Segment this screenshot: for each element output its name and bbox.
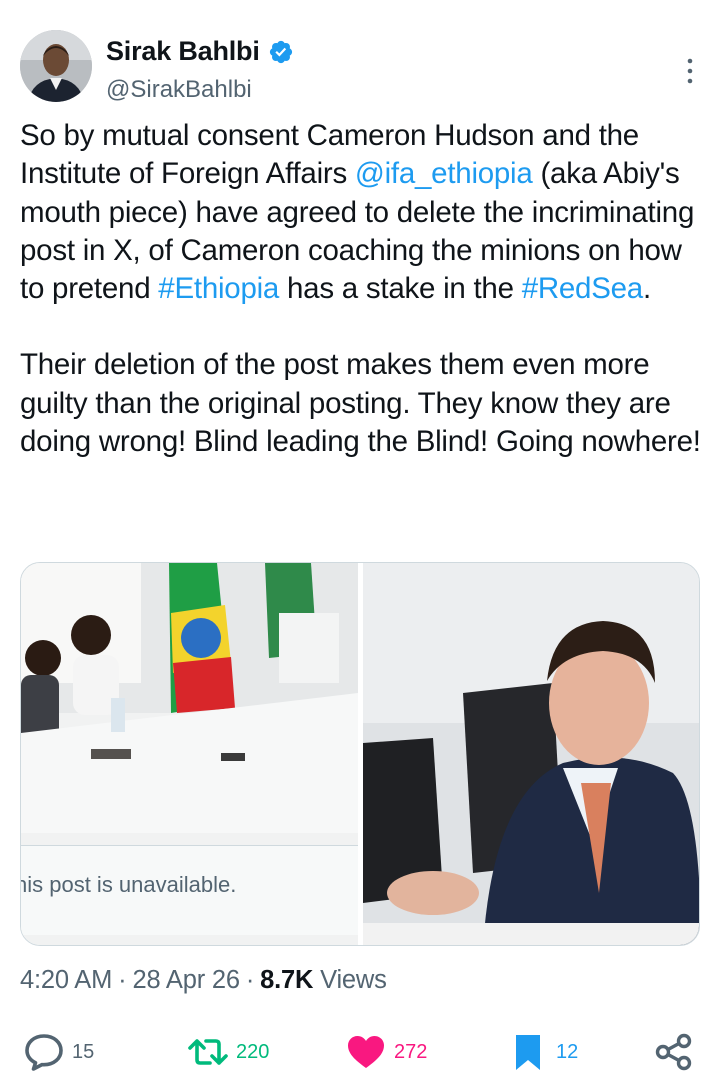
tweet-date[interactable]: 28 Apr 26: [132, 966, 240, 994]
share-button[interactable]: [654, 1030, 694, 1074]
retweet-icon: [188, 1039, 228, 1065]
bookmark-count: 12: [556, 1040, 579, 1063]
hashtag-redsea-link[interactable]: #RedSea: [522, 272, 644, 305]
bookmark-icon: [516, 1035, 540, 1070]
tweet-time[interactable]: 4:20 AM: [20, 966, 112, 994]
views-count: 8.7K: [260, 966, 314, 994]
retweet-count: 220: [236, 1040, 270, 1063]
reply-icon: [25, 1034, 63, 1071]
media-image-meeting-room[interactable]: his post is unavailable.: [21, 563, 358, 945]
tweet-paragraph-1: So by mutual consent Cameron Hudson and …: [20, 119, 695, 306]
media-image-speaker[interactable]: [363, 563, 699, 945]
tweet-header: Sirak Bahlbi @SirakBahlbi: [20, 30, 700, 106]
like-count: 272: [394, 1040, 428, 1063]
views-label: Views: [320, 966, 387, 994]
tweet-meta: 4:20 AM · 28 Apr 26 · 8.7K Views: [20, 966, 387, 994]
avatar[interactable]: [20, 30, 92, 102]
tweet-paragraph-2: Their deletion of the post makes them ev…: [20, 348, 701, 459]
unavailable-post-text: his post is unavailable.: [21, 872, 237, 897]
action-bar: 15 220 272 12: [0, 1030, 720, 1080]
bookmark-button[interactable]: 12: [508, 1030, 578, 1074]
more-icon[interactable]: [684, 56, 696, 86]
tweet-text: So by mutual consent Cameron Hudson and …: [20, 117, 710, 461]
reply-button[interactable]: 15: [24, 1030, 94, 1074]
unavailable-post-card[interactable]: his post is unavailable.: [21, 845, 358, 935]
author-name[interactable]: Sirak Bahlbi: [106, 36, 260, 67]
author-handle[interactable]: @SirakBahlbi: [106, 76, 252, 104]
retweet-button[interactable]: 220: [188, 1030, 269, 1074]
share-icon: [655, 1033, 692, 1071]
mention-link[interactable]: @ifa_ethiopia: [355, 157, 533, 190]
tweet-media[interactable]: his post is unavailable.: [20, 562, 700, 946]
like-button[interactable]: 272: [346, 1030, 427, 1074]
hashtag-ethiopia-link[interactable]: #Ethiopia: [158, 272, 279, 305]
heart-icon: [348, 1036, 384, 1068]
verified-badge-icon: [269, 40, 292, 63]
reply-count: 15: [72, 1040, 95, 1063]
